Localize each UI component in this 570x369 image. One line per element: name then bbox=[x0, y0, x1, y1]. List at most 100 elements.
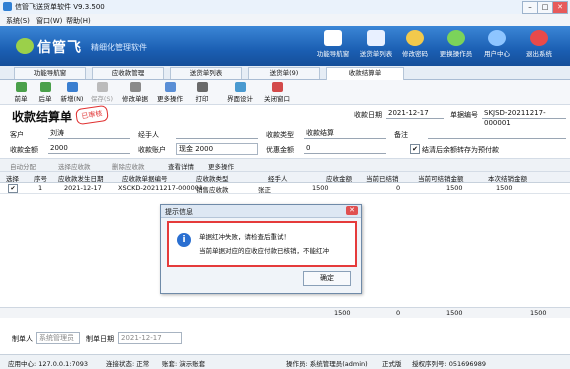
col-select: 选择 bbox=[6, 175, 19, 183]
minimize-button[interactable]: – bbox=[522, 1, 538, 14]
prepaid-label: 结清后余额转存为预付款 bbox=[422, 146, 499, 154]
menu-help[interactable]: 帮助(H) bbox=[66, 16, 91, 26]
col-available: 当前可结销金额 bbox=[418, 175, 464, 183]
dialog-message-1: 单据红冲失败，请检查后重试！ bbox=[199, 233, 290, 241]
toolbar: 前单 后单 新增(N) 保存(S) 修改单据 更多操作 打印 界面设计 关闭窗口 bbox=[0, 80, 570, 105]
row-amount: 1500 bbox=[312, 184, 329, 192]
tab-receivables[interactable]: 应收款管理 bbox=[92, 67, 164, 79]
user-center-icon bbox=[488, 30, 506, 46]
tab-strip: 功能导航窗 应收款管理 送货单列表 送货单(9) 收款结算单 bbox=[0, 66, 570, 80]
tab-receipt-settlement[interactable]: 收款结算单 bbox=[326, 67, 404, 80]
grid-header: 选择 序号 应收款发生日期 应收款单据编号 应收款类型 经手人 应收金额 当前已… bbox=[0, 172, 570, 183]
menu-window[interactable]: 窗口(W) bbox=[36, 16, 62, 26]
close-window-icon bbox=[271, 82, 283, 92]
close-button[interactable]: ✕ bbox=[552, 1, 568, 14]
tab-delivery-list[interactable]: 送货单列表 bbox=[170, 67, 242, 79]
row-checkbox[interactable]: ✔ bbox=[8, 184, 18, 193]
next-icon bbox=[39, 82, 51, 92]
auto-allocate-button[interactable]: 自动分配 bbox=[10, 161, 36, 171]
detail-toolbar: 自动分配 选择应收款 删除应收款 查看详情 更多操作 bbox=[0, 158, 570, 172]
total-amount: 1500 bbox=[334, 309, 351, 317]
alert-dialog: 提示信息 ✕ i 单据红冲失败，请检查后重试！ 当前单据对应的应收应付款已核销，… bbox=[160, 204, 362, 294]
nav-user-center[interactable]: 用户中心 bbox=[480, 28, 514, 64]
nav-function-navigation[interactable]: 功能导航窗 bbox=[312, 28, 354, 64]
dialog-close-icon[interactable]: ✕ bbox=[346, 206, 358, 215]
design-icon bbox=[234, 82, 246, 92]
grid-totals: 1500 0 1500 1500 bbox=[0, 307, 570, 318]
approved-stamp: 已审核 bbox=[75, 104, 109, 126]
status-operator: 操作员: 系统管理员(admin) bbox=[286, 360, 368, 368]
col-settled: 当前已结销 bbox=[366, 175, 399, 183]
doc-no-field[interactable]: SKJSD-20211217-000001 bbox=[482, 108, 566, 127]
dialog-title: 提示信息 bbox=[165, 208, 193, 216]
remark-field[interactable] bbox=[428, 128, 566, 139]
row-settled: 0 bbox=[396, 184, 401, 192]
dialog-message-box: i 单据红冲失败，请检查后重试！ 当前单据对应的应收应付款已核销，不能红冲 bbox=[167, 221, 357, 267]
make-date-field: 2021-12-17 bbox=[118, 332, 182, 344]
maker-field: 系统管理员 bbox=[36, 332, 80, 344]
type-field[interactable]: 收款结算 bbox=[304, 128, 386, 139]
nav-delivery-list[interactable]: 送货单列表 bbox=[356, 28, 396, 64]
nav-change-password[interactable]: 修改密码 bbox=[398, 28, 432, 64]
status-bar: 应用中心: 127.0.0.1:7093 连接状态: 正常 账套: 演示账套 操… bbox=[0, 354, 570, 369]
next-button[interactable]: 后单 bbox=[34, 82, 56, 103]
col-date: 应收款发生日期 bbox=[58, 175, 104, 183]
close-window-button[interactable]: 关闭窗口 bbox=[260, 82, 294, 103]
delete-receivable-button[interactable]: 删除应收款 bbox=[112, 161, 145, 171]
add-button[interactable]: 新增(N) bbox=[58, 82, 86, 103]
power-icon bbox=[530, 30, 548, 46]
more-actions-button[interactable]: 更多操作 bbox=[154, 82, 186, 103]
status-license: 授权序列号: 051696989 bbox=[412, 360, 486, 368]
print-button[interactable]: 打印 bbox=[192, 82, 212, 103]
amount-field[interactable]: 2000 bbox=[48, 143, 130, 154]
row-handler: 张正 bbox=[258, 186, 271, 194]
prepaid-checkbox[interactable]: ✔ bbox=[410, 144, 420, 154]
nav-switch-operator[interactable]: 更换操作员 bbox=[436, 28, 476, 64]
row-doc: XSCKD-20211217-000001 bbox=[118, 184, 203, 192]
logo-icon bbox=[16, 38, 34, 54]
discount-field[interactable]: 0 bbox=[304, 143, 386, 154]
window-title: 信管飞送货单软件 V9.3.500 bbox=[15, 3, 105, 11]
remark-label: 备注 bbox=[394, 131, 408, 139]
save-button[interactable]: 保存(S) bbox=[88, 82, 116, 103]
amount-label: 收款金额 bbox=[10, 146, 38, 154]
col-doc: 应收款单据编号 bbox=[122, 175, 168, 183]
col-handler: 经手人 bbox=[268, 175, 288, 183]
user-switch-icon bbox=[447, 30, 465, 46]
ok-button[interactable]: 确定 bbox=[303, 271, 351, 286]
add-icon bbox=[66, 82, 78, 92]
view-detail-button[interactable]: 查看详情 bbox=[168, 161, 194, 171]
tab-delivery-9[interactable]: 送货单(9) bbox=[248, 67, 320, 79]
handler-field[interactable] bbox=[176, 128, 258, 139]
customer-field[interactable]: 刘涛 bbox=[48, 128, 130, 139]
prev-button[interactable]: 前单 bbox=[10, 82, 32, 103]
lock-icon bbox=[406, 30, 424, 46]
nav-exit-system[interactable]: 退出系统 bbox=[522, 28, 556, 64]
edit-document-button[interactable]: 修改单据 bbox=[120, 82, 150, 103]
row-date: 2021-12-17 bbox=[64, 184, 102, 192]
logo-subtitle: 精细化管理软件 bbox=[91, 43, 147, 52]
account-field[interactable]: 现金 2000 bbox=[176, 143, 258, 155]
menu-system[interactable]: 系统(S) bbox=[6, 16, 30, 26]
ui-design-button[interactable]: 界面设计 bbox=[224, 82, 256, 103]
bottom-form: 制单人 系统管理员 制单日期 2021-12-17 bbox=[0, 318, 570, 354]
more-actions-detail-button[interactable]: 更多操作 bbox=[208, 161, 234, 171]
date-field[interactable]: 2021-12-17 bbox=[386, 108, 444, 119]
dialog-title-bar: 提示信息 ✕ bbox=[161, 205, 361, 218]
col-this: 本次结销金额 bbox=[488, 175, 527, 183]
list-icon bbox=[367, 30, 385, 46]
logo: 信管飞 bbox=[37, 40, 82, 56]
select-receivable-button[interactable]: 选择应收款 bbox=[58, 161, 91, 171]
maximize-button[interactable]: □ bbox=[537, 1, 553, 14]
maker-label: 制单人 bbox=[12, 335, 33, 343]
status-app-center: 应用中心: 127.0.0.1:7093 bbox=[8, 360, 88, 368]
table-row[interactable]: ✔ 1 2021-12-17 XSCKD-20211217-000001 销售应… bbox=[0, 183, 570, 194]
col-no: 序号 bbox=[34, 175, 47, 183]
status-account: 账套: 演示账套 bbox=[162, 360, 206, 368]
tab-function-navigation[interactable]: 功能导航窗 bbox=[14, 67, 86, 79]
handler-label: 经手人 bbox=[138, 131, 159, 139]
type-label: 收款类型 bbox=[266, 131, 294, 139]
status-connect: 连接状态: 正常 bbox=[106, 360, 150, 368]
total-settled: 0 bbox=[396, 309, 401, 317]
prev-icon bbox=[15, 82, 27, 92]
